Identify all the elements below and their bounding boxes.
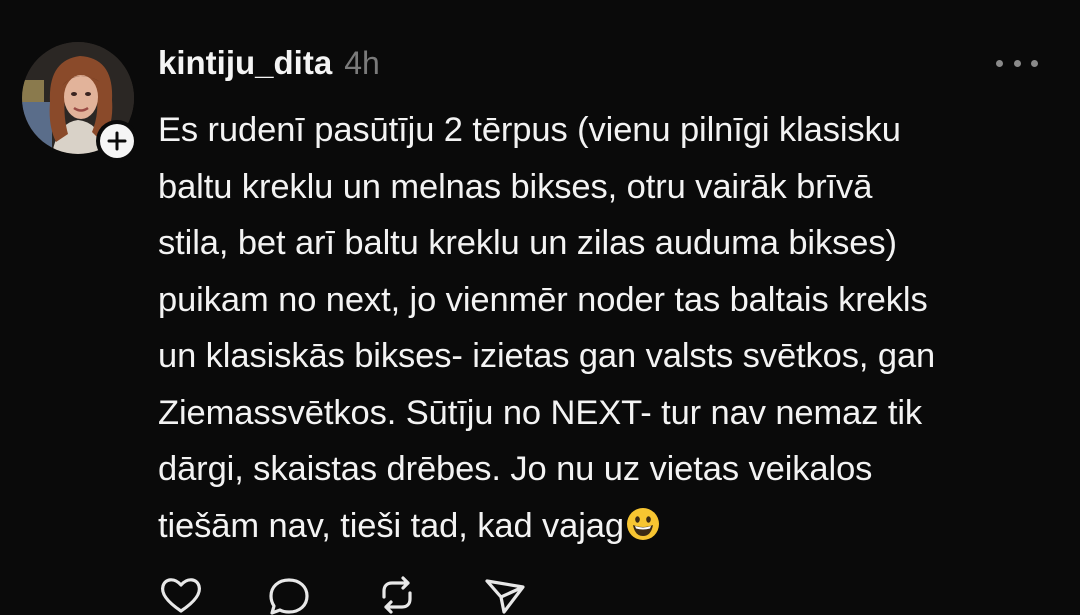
post-text-line-2: baltu kreklu un melnas bikses, otru vair… [158, 167, 873, 206]
more-dots-icon-dot-2 [1013, 59, 1021, 67]
post-text-line-1: Es rudenī pasūtīju 2 tērpus (vienu pilnī… [158, 111, 901, 149]
like-button[interactable] [158, 575, 204, 615]
grinning-face-emoji [627, 508, 659, 541]
post-actions [158, 575, 590, 615]
send-icon [485, 579, 525, 614]
post-header: kintiju_dita 4h [158, 40, 380, 86]
avatar-container [22, 42, 138, 162]
post-text-line-8-wrap: tiešām nav, tieši tad, kad vajag [158, 498, 1058, 555]
repost-button[interactable] [374, 575, 420, 615]
share-button[interactable] [482, 575, 528, 615]
username-link[interactable]: kintiju_dita [158, 44, 332, 82]
post-text-line-6: Ziemassvētkos. Sūtīju no NEXT- tur nav n… [158, 393, 923, 432]
heart-icon [160, 578, 202, 613]
comment-icon [269, 578, 309, 615]
post-text-line-8: tiešām nav, tieši tad, kad vajag [158, 506, 624, 545]
follow-badge-inner [100, 124, 134, 158]
follow-button[interactable] [96, 120, 138, 162]
more-dots-icon [996, 59, 1003, 67]
post-text-line-4: puikam no next, jo vienmēr noder tas bal… [158, 280, 928, 319]
post-text-line-3: stila, bet arī baltu kreklu un zilas aud… [158, 224, 897, 262]
more-options-button[interactable] [996, 50, 1038, 76]
repost-icon [382, 576, 412, 614]
thread-post: kintiju_dita 4h Es rudenī pasūtīju 2 tēr… [0, 0, 1080, 615]
post-text-line-7: dārgi, skaistas drēbes. Jo nu uz vietas … [158, 450, 873, 488]
post-text-line-5: un klasiskās bikses- izietas gan valsts … [158, 337, 936, 375]
post-body: Es rudenī pasūtīju 2 tērpus (vienu pilnī… [158, 102, 1058, 554]
plus-icon [107, 131, 127, 151]
post-timestamp: 4h [344, 44, 380, 81]
reply-button[interactable] [266, 575, 312, 615]
more-dots-icon-dot-3 [1031, 59, 1038, 67]
